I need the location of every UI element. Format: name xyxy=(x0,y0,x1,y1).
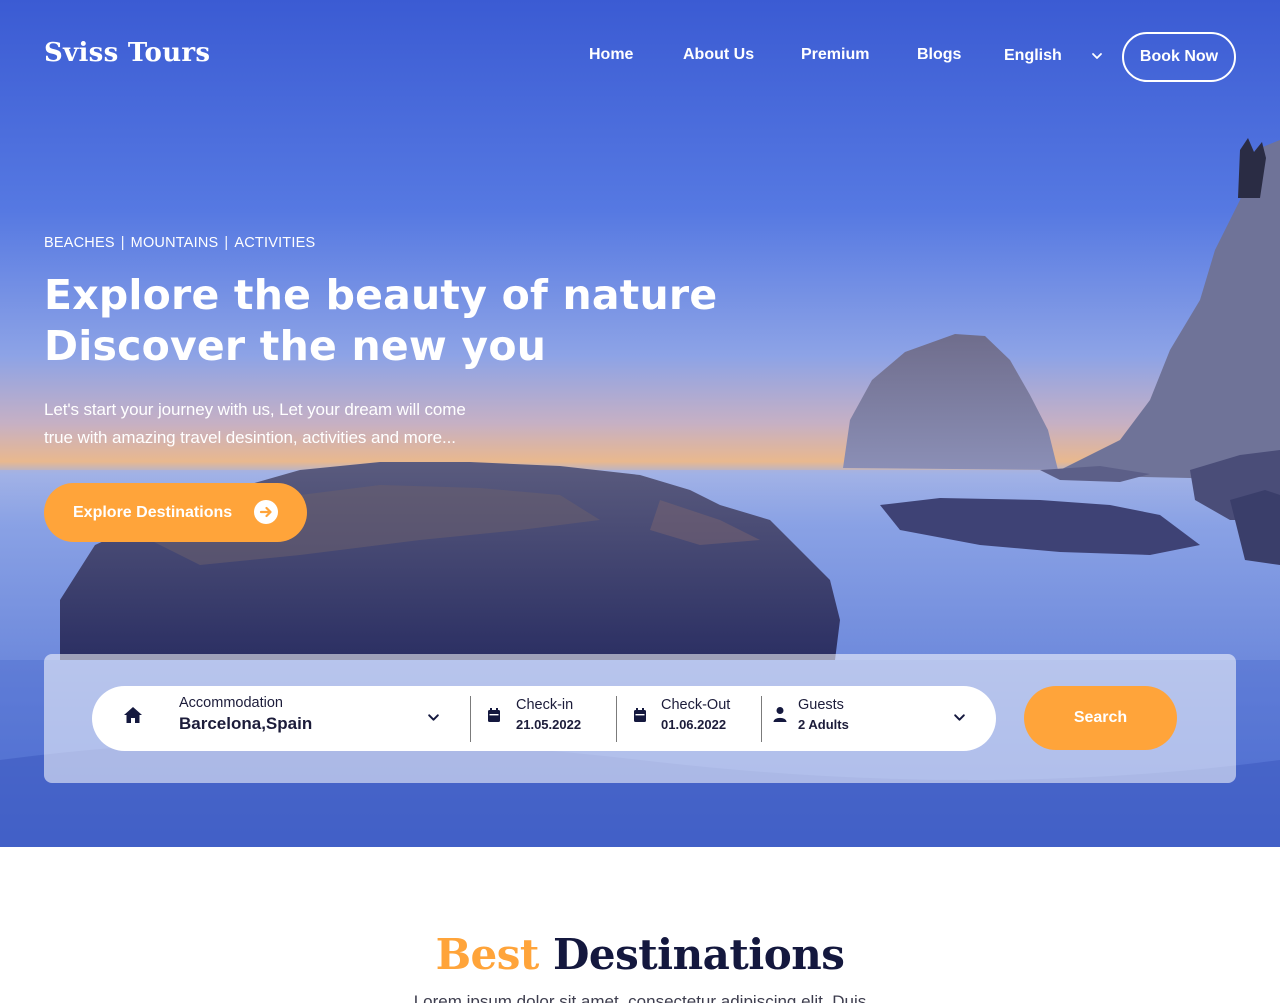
nav-home[interactable]: Home xyxy=(589,46,633,64)
language-select[interactable]: English xyxy=(1004,47,1062,65)
home-icon xyxy=(124,707,142,723)
checkout-label: Check-Out xyxy=(661,697,731,713)
checkin-label: Check-in xyxy=(516,697,574,713)
tag-beaches: BEACHES xyxy=(44,235,115,251)
chevron-down-icon[interactable] xyxy=(953,711,966,724)
calendar-icon xyxy=(488,708,500,722)
explore-destinations-button[interactable]: Explore Destinations xyxy=(44,483,307,542)
tag-activities: ACTIVITIES xyxy=(234,235,316,251)
section-title: Best Destinations xyxy=(0,930,1280,979)
calendar-icon xyxy=(634,708,646,722)
brand-logo[interactable]: Sviss Tours xyxy=(44,38,210,68)
book-now-button[interactable]: Book Now xyxy=(1122,32,1236,82)
chevron-down-icon[interactable] xyxy=(427,711,440,724)
field-divider xyxy=(470,696,471,742)
tag-separator: | xyxy=(120,235,125,251)
nav-premium[interactable]: Premium xyxy=(801,46,869,64)
section-title-rest: Destinations xyxy=(552,930,845,979)
nav-blogs[interactable]: Blogs xyxy=(917,46,961,64)
nav-about-us[interactable]: About Us xyxy=(683,46,754,64)
guests-label: Guests xyxy=(798,697,844,713)
tag-mountains: MOUNTAINS xyxy=(130,235,219,251)
section-title-accent: Best xyxy=(435,930,540,979)
lead-line-2: true with amazing travel desintion, acti… xyxy=(44,428,456,447)
search-button[interactable]: Search xyxy=(1024,686,1177,750)
field-divider xyxy=(761,696,762,742)
hero-tags: BEACHES | MOUNTAINS | ACTIVITIES xyxy=(44,235,315,251)
chevron-down-icon[interactable] xyxy=(1091,50,1103,62)
guests-value[interactable]: 2 Adults xyxy=(798,717,849,732)
section-subtitle: Lorem ipsum dolor sit amet, consectetur … xyxy=(413,992,867,1003)
accommodation-label: Accommodation xyxy=(179,695,283,711)
hero-lead-text: Let's start your journey with us, Let yo… xyxy=(44,396,544,452)
checkout-value[interactable]: 01.06.2022 xyxy=(661,717,726,732)
tag-separator: | xyxy=(224,235,229,251)
checkin-value[interactable]: 21.05.2022 xyxy=(516,717,581,732)
headline-line-2: Discover the new you xyxy=(44,322,547,370)
headline-line-1: Explore the beauty of nature xyxy=(44,271,718,319)
field-divider xyxy=(616,696,617,742)
explore-destinations-label: Explore Destinations xyxy=(73,503,233,521)
hero-headline: Explore the beauty of nature Discover th… xyxy=(44,270,744,372)
lead-line-1: Let's start your journey with us, Let yo… xyxy=(44,400,466,419)
accommodation-value[interactable]: Barcelona,Spain xyxy=(179,714,312,734)
user-icon xyxy=(773,707,787,722)
arrow-right-circle-icon xyxy=(254,500,278,524)
